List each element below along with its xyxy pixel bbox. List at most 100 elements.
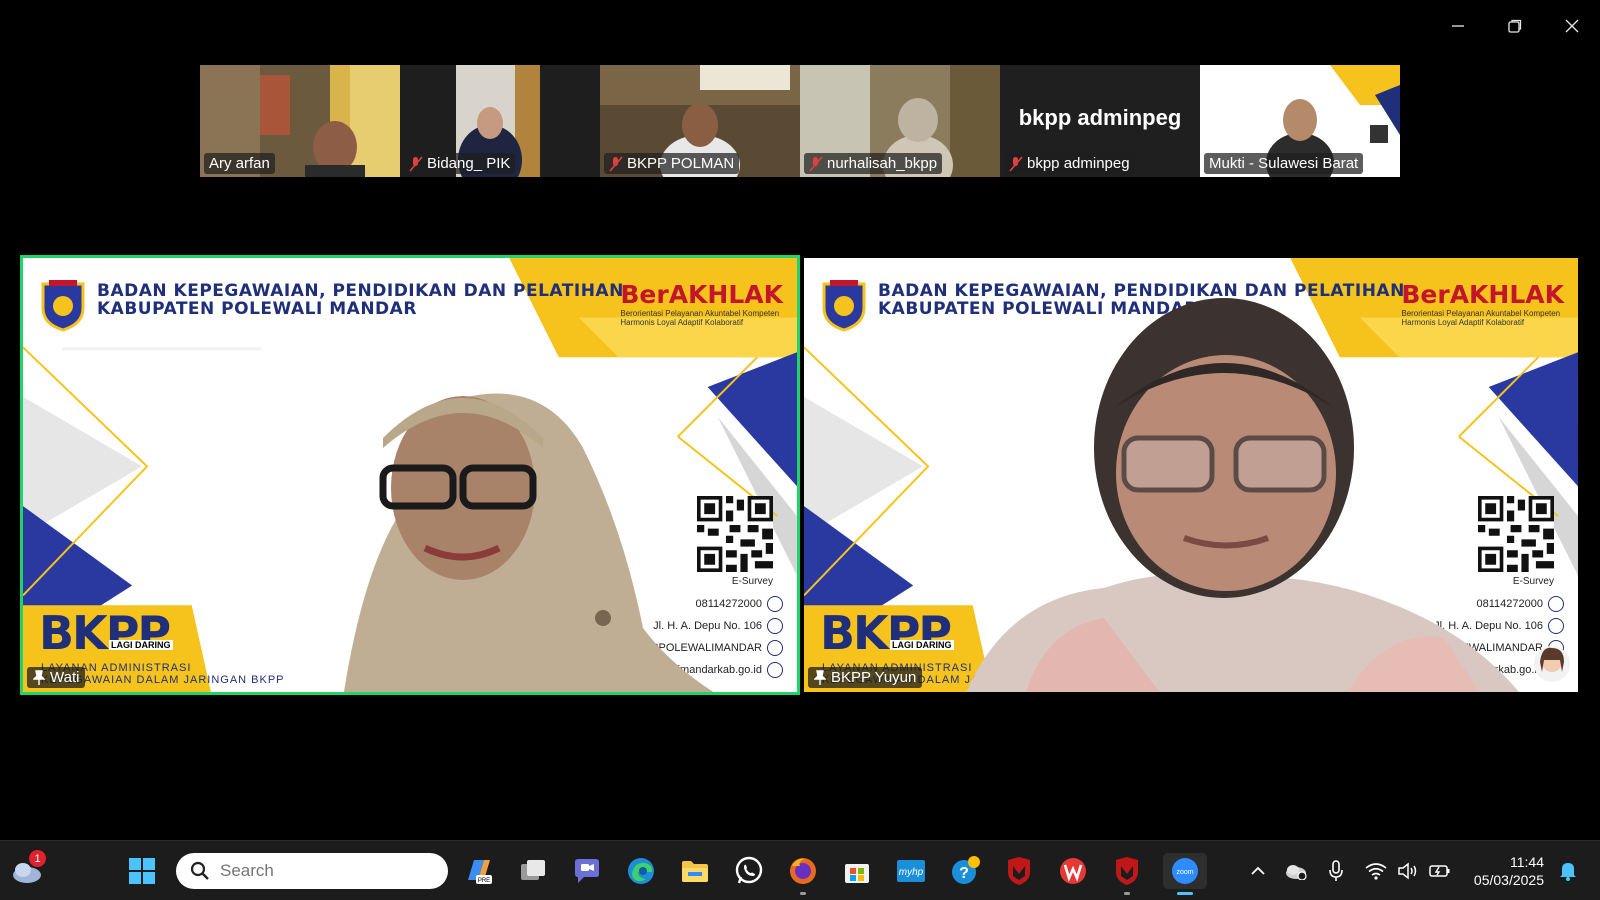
avatar-icon [1534,646,1570,682]
taskbar-app-zoom[interactable]: zoom [1163,853,1207,895]
polman-logo [822,280,866,332]
restore-button[interactable] [1486,0,1543,52]
taskbar-app-firefox[interactable] [785,853,821,895]
svg-text:myhp: myhp [899,867,924,878]
speaker-name: Wati [27,667,86,688]
taskbar: 1 PRE myhp ? [0,840,1600,900]
folder-icon [682,861,708,882]
participants-strip: Ary arfan Bidang_ PIK BKPP POLMAN nurhal… [200,65,1400,177]
video-tile[interactable]: BADAN KEPEGAWAIAN, PENDIDIKAN DAN PELATI… [801,255,1581,695]
taskbar-app-mcafee-security[interactable] [1109,853,1145,895]
edge-icon [628,858,654,884]
wifi-tray[interactable] [1362,853,1390,889]
participant-tile[interactable]: BKPP POLMAN [600,65,800,177]
notifications-button[interactable] [1554,853,1582,889]
location-pin-icon [767,618,783,634]
svg-text:?: ? [959,865,969,882]
taskbar-app-edge[interactable] [623,853,659,889]
participant-tile[interactable]: Mukti - Sulawesi Barat [1200,65,1400,177]
participant-name: Bidang_ PIK [404,153,516,174]
store-icon [845,864,869,883]
bell-icon [1560,863,1576,881]
participant-video [343,393,714,692]
lagi-daring-label: LAGI DARING [109,640,173,650]
polman-logo [41,280,85,332]
taskbar-app-whatsapp[interactable] [731,853,767,889]
participant-display-name: bkpp adminpeg [1018,105,1182,130]
taskbar-app-myhp[interactable]: myhp [893,853,929,889]
battery-charging-icon [1429,865,1450,877]
muted-mic-icon [609,155,623,172]
taskbar-app-wps-office[interactable] [1055,853,1091,889]
mcafee-shield-icon [1116,857,1138,885]
taskbar-app-file-explorer[interactable] [677,853,713,889]
whatsapp-icon [767,596,783,612]
wps-icon [1060,858,1086,884]
windows-logo-icon [129,858,155,884]
wifi-icon [1365,863,1387,880]
participant-name: Mukti - Sulawesi Barat [1204,153,1364,174]
myhp-icon: myhp [897,860,925,882]
lagi-daring-label: LAGI DARING [890,640,954,650]
close-icon [1565,19,1578,33]
muted-mic-icon [1009,155,1023,172]
notification-badge: 1 [29,850,46,867]
help-icon: ? [952,856,980,884]
pin-icon [33,669,45,685]
bkpp-logo: BKPP [820,606,952,660]
clock-date: 05/03/2025 [1473,872,1544,888]
minimize-button[interactable] [1429,0,1486,52]
berakhlak-logo: BerAKHLAK Berorientasi Pelayanan Akuntab… [620,280,783,327]
battery-tray[interactable] [1426,853,1454,889]
participant-tile[interactable]: nurhalisah_bkpp [800,65,1000,177]
svg-text:zoom: zoom [1176,869,1193,876]
mcafee-shield-icon [1008,857,1030,885]
speaker-name: BKPP Yuyun [808,667,923,688]
participant-name: Ary arfan [204,153,275,174]
chevron-up-icon [1251,866,1265,875]
start-button[interactable] [124,853,160,889]
weather-widget[interactable]: 1 [8,850,46,889]
firefox-icon [790,858,816,884]
search-input[interactable] [220,861,420,881]
video-tile-active-speaker[interactable]: BADAN KEPEGAWAIAN, PENDIDIKAN DAN PELATI… [20,255,800,695]
taskbar-app-copilot[interactable]: PRE [461,853,497,889]
bkpp-logo: BKPP [39,606,171,660]
show-hidden-icons-button[interactable] [1244,853,1272,889]
system-clock[interactable]: 11:44 05/03/2025 [1474,853,1544,889]
active-indicator [1177,892,1193,895]
running-indicator [800,892,806,895]
taskbar-app-teams-chat[interactable] [569,853,605,889]
taskbar-app-mcafee[interactable] [1001,853,1037,889]
window-controls [1429,0,1600,52]
participant-name: BKPP POLMAN [604,153,740,174]
taskbar-app-get-help[interactable]: ? [947,853,983,889]
whatsapp-icon [1548,596,1564,612]
onedrive-tray[interactable] [1282,853,1310,889]
taskbar-app-task-view[interactable] [515,853,551,889]
clock-time: 11:44 [1510,854,1544,870]
search-icon [190,861,209,880]
minimize-icon [1451,25,1464,27]
zoom-icon: zoom [1172,858,1198,884]
muted-mic-icon [409,155,423,172]
volume-tray[interactable] [1394,853,1422,889]
location-pin-icon [1548,618,1564,634]
microphone-tray[interactable] [1322,853,1350,889]
search-box[interactable] [176,853,448,889]
pin-icon [814,669,826,685]
microphone-icon [1329,860,1343,881]
participant-tile[interactable]: Ary arfan [200,65,400,177]
muted-mic-icon [809,155,823,172]
participant-tile[interactable]: bkpp adminpeg bkpp adminpeg [1000,65,1200,177]
cloud-icon [1286,865,1307,880]
svg-text:PRE: PRE [478,878,490,884]
participant-tile[interactable]: Bidang_ PIK [400,65,600,177]
speaker-icon [1398,862,1417,880]
participant-video [966,298,1520,692]
facebook-icon [767,640,783,656]
running-indicator [1124,892,1130,895]
close-button[interactable] [1543,0,1600,52]
teams-chat-icon [575,859,599,883]
taskbar-app-microsoft-store[interactable] [839,853,875,889]
